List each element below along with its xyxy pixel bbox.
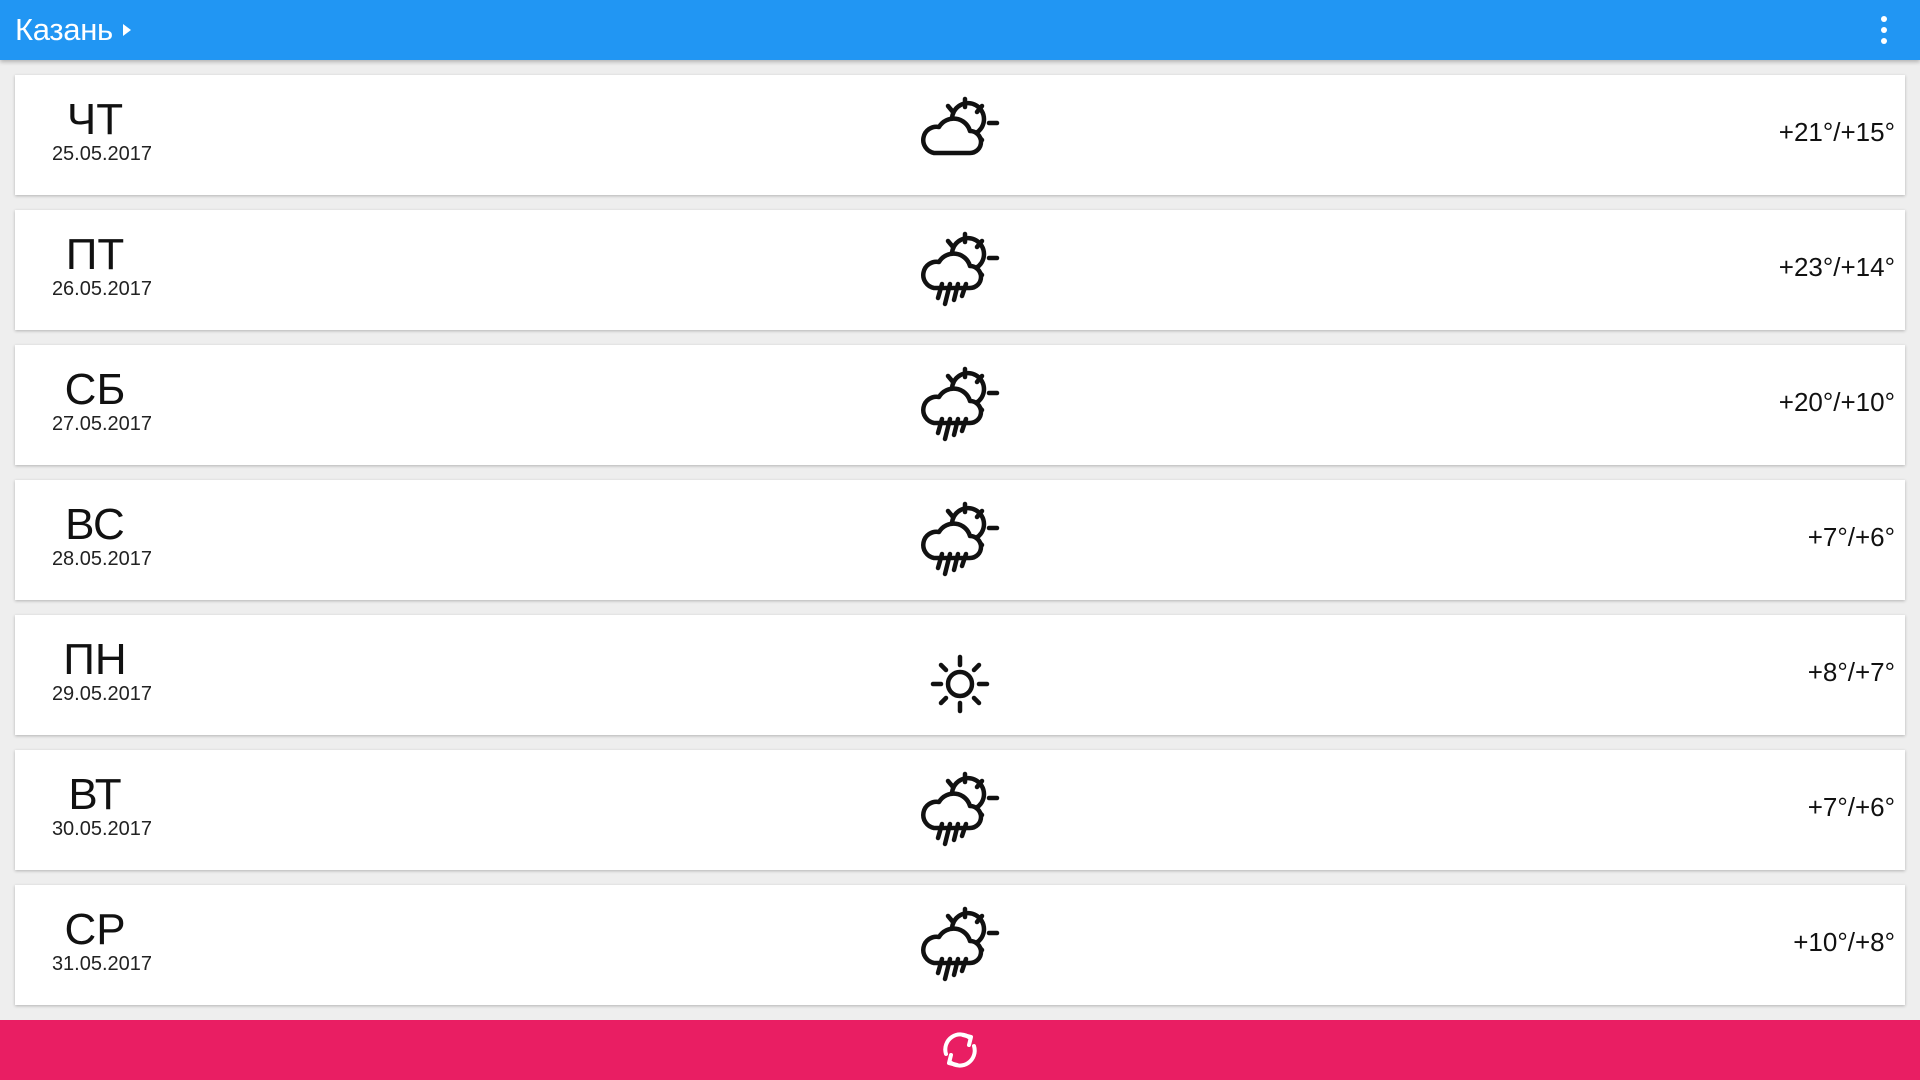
forecast-card[interactable]: СР 31.05.2017 +10°/+8° [15,885,1905,1005]
day-date: 26.05.2017 [51,278,153,300]
day-date: 29.05.2017 [51,683,153,705]
partly-cloudy-rain-icon [910,224,1010,324]
partly-cloudy-rain-icon [910,899,1010,999]
day-date: 31.05.2017 [51,953,153,975]
city-selector[interactable]: Казань [15,12,132,48]
triangle-right-icon [122,24,131,36]
day-name: ВТ [68,770,122,819]
day-date: 30.05.2017 [51,818,153,840]
day-name: ПТ [65,230,125,279]
temperature-range: +20°/+10° [1778,387,1895,417]
forecast-card[interactable]: СБ 27.05.2017 +20°/+10° [15,345,1905,465]
temperature-range: +7°/+6° [1807,522,1895,552]
partly-cloudy-icon [910,89,1010,189]
day-column: ПН 29.05.2017 [25,635,165,706]
temperature-range: +7°/+6° [1807,792,1895,822]
day-date: 25.05.2017 [51,143,153,165]
forecast-card[interactable]: ЧТ 25.05.2017 +21°/+15° [15,75,1905,195]
forecast-card[interactable]: ПТ 26.05.2017 +23°/+14° [15,210,1905,330]
day-name: ЧТ [66,95,124,144]
refresh-icon [943,1032,977,1068]
day-date: 27.05.2017 [51,413,153,435]
app-bar: Казань [0,0,1920,60]
temperature-range: +8°/+7° [1807,657,1895,687]
refresh-button[interactable] [0,1020,1920,1080]
day-column: СБ 27.05.2017 [25,365,165,436]
day-column: ЧТ 25.05.2017 [25,95,165,166]
day-column: СР 31.05.2017 [25,905,165,976]
temperature-range: +23°/+14° [1778,252,1895,282]
partly-cloudy-rain-icon [910,764,1010,864]
forecast-list: ЧТ 25.05.2017 +21°/+15° ПТ 26.05.2017 +2… [15,75,1905,1020]
day-column: ПТ 26.05.2017 [25,230,165,301]
temperature-range: +21°/+15° [1778,117,1895,147]
partly-cloudy-rain-icon [910,359,1010,459]
city-name: Казань [15,12,113,47]
partly-cloudy-rain-icon [910,494,1010,594]
day-date: 28.05.2017 [51,548,153,570]
day-column: ВТ 30.05.2017 [25,770,165,841]
day-name: ВС [65,500,125,549]
day-column: ВС 28.05.2017 [25,500,165,571]
day-name: ПН [63,635,127,684]
sun-icon [910,629,1010,729]
forecast-card[interactable]: ВС 28.05.2017 +7°/+6° [15,480,1905,600]
forecast-card[interactable]: ВТ 30.05.2017 +7°/+6° [15,750,1905,870]
forecast-card[interactable]: ПН 29.05.2017 +8°/+7° [15,615,1905,735]
day-name: СР [64,905,126,954]
temperature-range: +10°/+8° [1793,927,1895,957]
day-name: СБ [64,365,126,414]
more-vert-icon[interactable] [1876,12,1892,48]
